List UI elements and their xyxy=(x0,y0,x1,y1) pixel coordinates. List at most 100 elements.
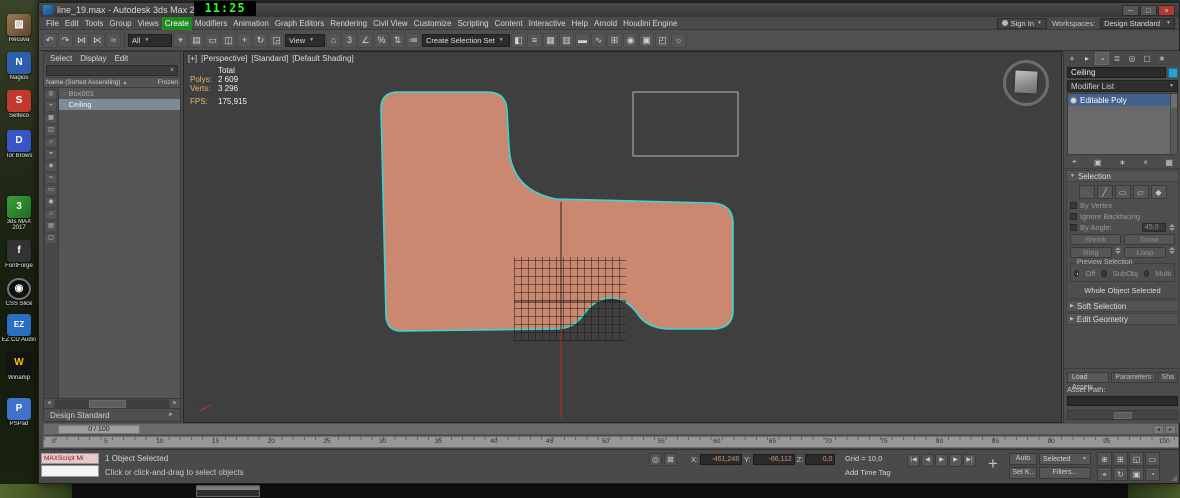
desktop-icon-image[interactable]: 3 xyxy=(7,196,31,218)
polygon-icon[interactable]: ▱ xyxy=(1133,185,1149,199)
menu-graph-editors[interactable]: Graph Editors xyxy=(272,17,327,30)
menu-animation[interactable]: Animation xyxy=(230,17,272,30)
explorer-filter-icon[interactable]: ▢ xyxy=(45,233,57,244)
desktop-icon-image[interactable]: N xyxy=(7,52,31,74)
panel-tab[interactable]: ▸ xyxy=(1080,52,1094,65)
menu-help[interactable]: Help xyxy=(569,17,591,30)
explorer-menu-display[interactable]: Display xyxy=(80,54,106,63)
next-frame-mini-button[interactable]: ► xyxy=(1165,425,1176,434)
menu-arnold[interactable]: Arnold xyxy=(591,17,620,30)
menu-tools[interactable]: Tools xyxy=(82,17,107,30)
desktop-icon[interactable]: ▨ Recuva xyxy=(1,14,37,43)
asset-path-field[interactable] xyxy=(1067,396,1178,406)
explorer-filter-icon[interactable]: ◫ xyxy=(45,125,57,136)
explorer-horizontal-scrollbar[interactable]: ◄ ► xyxy=(44,398,180,408)
z-coordinate-field[interactable]: 0,0 xyxy=(805,454,835,465)
viewport-nav-icon[interactable]: ↻ xyxy=(1113,467,1128,481)
name-column-header[interactable]: Name (Sorted Ascending) xyxy=(46,79,120,86)
explorer-filter-icon[interactable]: ◈ xyxy=(45,161,57,172)
toolbar-icon[interactable]: ⊞ xyxy=(607,33,622,48)
add-time-tag[interactable]: Add Time Tag xyxy=(845,468,891,477)
stack-toolbar-icon[interactable]: ▣ xyxy=(1094,158,1102,167)
stack-item-editable-poly[interactable]: Editable Poly xyxy=(1068,94,1170,106)
explorer-filter-icon[interactable]: + xyxy=(45,101,57,112)
menu-interactive[interactable]: Interactive xyxy=(526,17,569,30)
loop-button[interactable]: Loop xyxy=(1124,247,1166,258)
toolbar-icon[interactable]: % xyxy=(374,33,389,48)
toolbar-icon[interactable]: ↻ xyxy=(253,33,268,48)
explorer-filter-icon[interactable]: ⌂ xyxy=(45,209,57,220)
desktop-icon-image[interactable]: f xyxy=(7,240,31,262)
toolbar-icon[interactable]: 3 xyxy=(342,33,357,48)
explorer-filter-icon[interactable]: ◉ xyxy=(45,197,57,208)
time-slider-bar[interactable]: 0 / 100 ◄ ► xyxy=(43,423,1179,435)
panel-tab[interactable]: ◔ xyxy=(1095,52,1109,65)
menu-edit[interactable]: Edit xyxy=(62,17,82,30)
perspective-viewport[interactable]: [+] [Perspective] [Standard] [Default Sh… xyxy=(183,51,1062,423)
panel-scrollbar[interactable] xyxy=(1067,410,1178,420)
toolbar-icon[interactable]: ▭ xyxy=(205,33,220,48)
vertex-icon[interactable]: ∴ xyxy=(1079,185,1095,199)
menu-group[interactable]: Group xyxy=(106,17,134,30)
desktop-icon[interactable]: f FontForge xyxy=(1,240,37,269)
y-coordinate-field[interactable]: -66,112 xyxy=(753,454,795,465)
toolbar-icon[interactable]: ≡ xyxy=(527,33,542,48)
by-vertex-checkbox[interactable] xyxy=(1070,202,1077,209)
expand-arrow-icon[interactable]: ► xyxy=(168,412,174,418)
resize-grip-icon[interactable]: ◢ xyxy=(1171,473,1177,482)
viewport-nav-icon[interactable]: ⌖ xyxy=(1097,467,1112,481)
menu-content[interactable]: Content xyxy=(492,17,526,30)
soft-selection-rollout-header[interactable]: ▶ Soft Selection xyxy=(1066,300,1179,312)
explorer-filter-icon[interactable]: ▦ xyxy=(45,113,57,124)
toolbar-icon[interactable]: ⇅ xyxy=(390,33,405,48)
menu-scripting[interactable]: Scripting xyxy=(454,17,491,30)
toolbar-icon[interactable]: ↷ xyxy=(58,33,73,48)
toolbar-icon[interactable]: ⌖ xyxy=(173,33,188,48)
desktop-icon[interactable]: S Selteco xyxy=(1,90,37,119)
toolbar-icon[interactable]: ▥ xyxy=(559,33,574,48)
viewport-menu-pov[interactable]: [Perspective] xyxy=(201,54,247,63)
menu-views[interactable]: Views xyxy=(135,17,162,30)
toolbar-icon[interactable]: ⋈ xyxy=(74,33,89,48)
toolbar-icon[interactable]: ▣ xyxy=(639,33,654,48)
selection-rollout-header[interactable]: ▼ Selection xyxy=(1066,170,1179,182)
scroll-left-icon[interactable]: ◄ xyxy=(44,399,54,408)
viewport-nav-icon[interactable]: ⊕ xyxy=(1097,452,1112,466)
toolbar-icon[interactable]: ⋉ xyxy=(90,33,105,48)
object-name-field[interactable]: Ceiling xyxy=(1067,67,1166,78)
list-item-ceiling[interactable]: ○ Ceiling xyxy=(59,99,180,110)
grow-button[interactable]: Grow xyxy=(1124,234,1175,245)
desktop-icon-image[interactable]: S xyxy=(7,90,31,112)
toolbar-icon[interactable]: ≔ xyxy=(406,33,421,48)
maxscript-input-line[interactable] xyxy=(41,465,99,477)
modifier-list-dropdown[interactable]: Modifier List ▼ xyxy=(1067,80,1178,92)
named-selection-set-field[interactable]: Create Selection Set ▼ xyxy=(422,34,510,47)
explorer-filter-icon[interactable]: ▤ xyxy=(45,221,57,232)
viewcube[interactable] xyxy=(1003,60,1049,106)
auto-key-button[interactable]: Auto xyxy=(1009,453,1037,465)
loop-spinner[interactable] xyxy=(1169,247,1175,258)
previous-frame-mini-button[interactable]: ◄ xyxy=(1153,425,1164,434)
modifier-stack[interactable]: Editable Poly xyxy=(1067,93,1178,155)
list-item-box001[interactable]: ○ Box001 xyxy=(59,88,180,99)
status-toggle-icon[interactable]: ◎ xyxy=(649,453,662,466)
playback-button[interactable]: ▶ xyxy=(935,454,948,467)
maximize-button[interactable]: □ xyxy=(1140,5,1157,16)
menu-rendering[interactable]: Rendering xyxy=(327,17,370,30)
panel-tab[interactable]: ≣ xyxy=(1110,52,1124,65)
menu-houdini-engine[interactable]: Houdini Engine xyxy=(620,17,680,30)
stack-toolbar-icon[interactable]: ∗ xyxy=(1119,158,1126,167)
shrink-button[interactable]: Shrink xyxy=(1070,234,1121,245)
taskbar-window-preview[interactable] xyxy=(196,485,260,497)
visibility-bulb-icon[interactable] xyxy=(1070,97,1077,104)
desktop-icon-image[interactable]: W xyxy=(7,352,31,374)
add-panel-icon[interactable]: + xyxy=(1066,54,1078,64)
maxscript-mini-listener[interactable]: MAXScript Mi xyxy=(41,453,99,464)
desktop-icon[interactable]: D Tor Brows xyxy=(1,130,37,159)
viewport-menu-standard[interactable]: [Standard] xyxy=(251,54,288,63)
by-angle-checkbox[interactable] xyxy=(1070,224,1077,231)
time-slider-handle[interactable]: 0 / 100 xyxy=(58,425,140,434)
toolbar-icon[interactable]: ◰ xyxy=(655,33,670,48)
desktop-icon[interactable]: 3 3ds MAX 2017 xyxy=(1,196,37,231)
playback-button[interactable]: ▶ xyxy=(949,454,962,467)
